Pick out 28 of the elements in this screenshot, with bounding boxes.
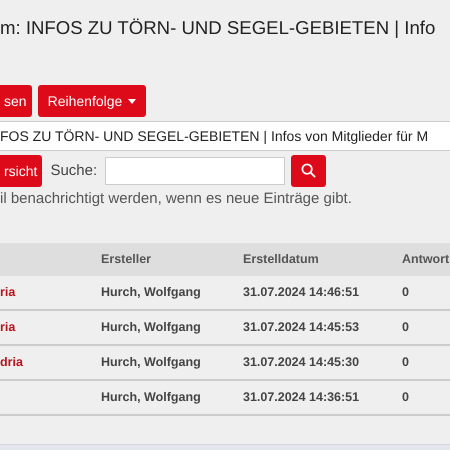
search-button[interactable] xyxy=(291,154,326,187)
table-cell: Hurch, Wolfgang xyxy=(101,310,243,346)
table-cell: 0 xyxy=(402,346,450,381)
notification-text: il benachrichtigt werden, wenn es neue Einträge gibt. xyxy=(0,190,353,207)
breadcrumb-bar: FOS ZU TÖRN- UND SEGEL-GEBIETEN | Infos von Mitglieder für M xyxy=(0,121,450,151)
table-cell: 0 xyxy=(402,276,450,311)
table-cell: 31.07.2024 14:45:53 xyxy=(243,310,402,346)
menu-button[interactable]: sen xyxy=(0,85,32,117)
table-cell: 31.07.2024 14:46:51 xyxy=(243,276,402,311)
table-cell: Hurch, Wolfgang xyxy=(101,276,243,311)
column-header: Ersteller xyxy=(101,242,243,276)
overview-button[interactable]: rsicht xyxy=(0,154,42,187)
search-field[interactable] xyxy=(105,156,286,185)
search-label: Suche: xyxy=(50,162,98,180)
table-cell: 31.07.2024 14:45:30 xyxy=(243,346,402,381)
topic-link[interactable]: ria xyxy=(0,310,101,346)
column-header: Antwort xyxy=(402,242,450,276)
topic-link[interactable]: ria xyxy=(0,276,101,311)
table-cell: Hurch, Wolfgang xyxy=(101,380,243,416)
caret-icon xyxy=(128,98,136,104)
table-cell: Hurch, Wolfgang xyxy=(101,346,243,381)
table-cell: 31.07.2024 14:36:51 xyxy=(243,380,402,416)
table-cell: 0 xyxy=(402,310,450,346)
menu-button[interactable]: Reihenfolge xyxy=(38,85,146,117)
search-icon xyxy=(301,163,316,178)
page-title: m: INFOS ZU TÖRN- UND SEGEL-GEBIETEN | Info xyxy=(0,16,436,40)
column-header: Erstelldatum xyxy=(243,242,402,276)
table-cell: 0 xyxy=(402,380,450,416)
